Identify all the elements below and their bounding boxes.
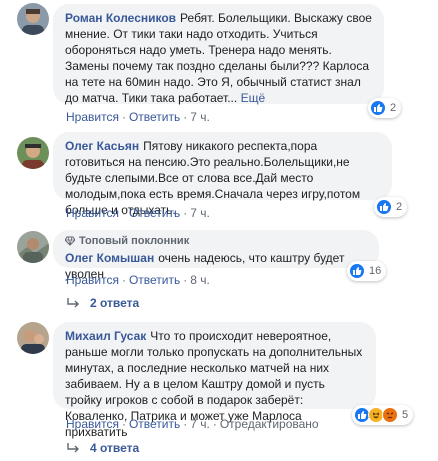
reactions-summary[interactable]: 16 [347,261,387,281]
timestamp[interactable]: 7 ч. [190,417,210,431]
reply-arrow-icon [67,298,79,308]
top-fan-label: Топовый поклонник [79,235,190,247]
comment-actions: Нравится · Ответить · 7 ч. [66,206,210,220]
like-button[interactable]: Нравится [66,206,119,220]
comment-bubble: Роман Колесников Ребят. Болельщики. Выска… [53,4,384,105]
like-icon [376,199,392,215]
comment-text: Ребят. Болельщики. Выскажу свое мнение. … [65,11,372,105]
like-button[interactable]: Нравится [66,110,119,124]
edited-label: Отредактировано [219,417,319,431]
reaction-count: 2 [396,201,403,213]
reactions-summary[interactable]: 2 [368,98,402,118]
replies-count[interactable]: 4 ответа [90,441,139,455]
top-fan-badge: Топовый поклонник [65,234,367,248]
reply-button[interactable]: Ответить [129,206,180,220]
comment-actions: Нравится · Ответить · 7 ч. [66,110,210,124]
reply-button[interactable]: Ответить [129,417,180,431]
like-icon [349,263,365,279]
reaction-count: 16 [369,265,382,277]
comment-bubble: Олег Касьян Пятову никакого респекта,пора… [53,132,392,217]
view-replies-link[interactable]: 4 ответа [66,441,139,455]
reaction-count: 5 [402,409,409,421]
comment-bubble: Михаил Гусак Что то происходит невероятно… [53,322,376,439]
timestamp[interactable]: 8 ч. [190,273,210,287]
comment-actions: Нравится · Ответить · 8 ч. [66,273,210,287]
reactions-summary[interactable]: 5 [352,405,414,425]
comment-actions: Нравится · Ответить · 7 ч. · Отредактировано [66,417,319,431]
reply-arrow-icon [67,443,79,453]
diamond-icon [65,236,75,246]
comment-author[interactable]: Олег Комышан [65,251,154,265]
comment-bubble: Топовый поклонник Олег Комышан очень наде… [53,230,379,281]
like-icon [370,100,386,116]
like-button[interactable]: Нравится [66,273,119,287]
reactions-summary[interactable]: 2 [374,197,408,217]
avatar[interactable] [17,137,49,169]
comment-author[interactable]: Роман Колесников [65,11,176,25]
avatar[interactable] [17,322,49,354]
reply-button[interactable]: Ответить [129,110,180,124]
reply-button[interactable]: Ответить [129,273,180,287]
avatar[interactable] [17,231,49,263]
avatar[interactable] [17,3,49,35]
replies-count[interactable]: 2 ответа [90,296,139,310]
timestamp[interactable]: 7 ч. [190,110,210,124]
angry-icon [382,407,398,423]
view-replies-link[interactable]: 2 ответа [66,296,139,310]
comment-author[interactable]: Михаил Гусак [65,329,146,343]
like-button[interactable]: Нравится [66,417,119,431]
timestamp[interactable]: 7 ч. [190,206,210,220]
see-more-link[interactable]: Ещё [241,91,266,105]
comment-author[interactable]: Олег Касьян [65,139,139,153]
reaction-count: 2 [390,102,397,114]
